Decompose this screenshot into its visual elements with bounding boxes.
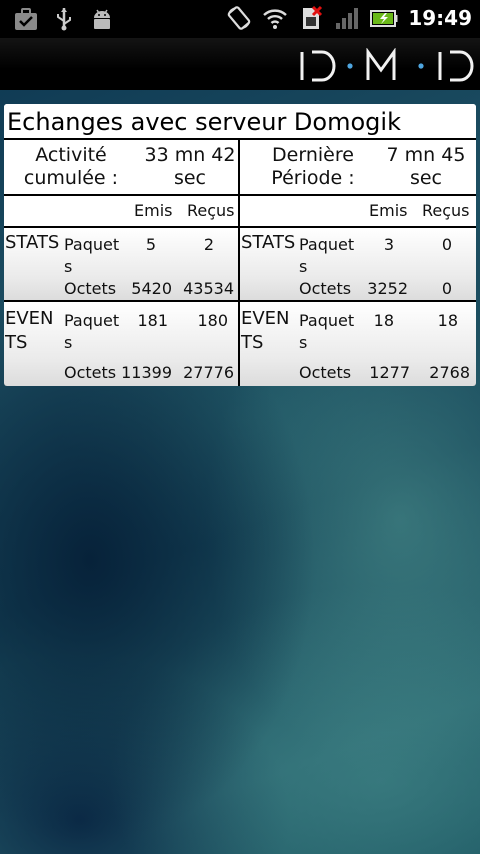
briefcase-icon [14,6,38,32]
left-time-label-line2: cumulée : [23,167,119,189]
left-stats-octets-emis: 5420 [131,279,172,298]
right-events-octets-emis: 1277 [369,363,410,382]
battery-charging-icon [370,5,398,31]
no-sim-icon [298,5,323,31]
left-events-octets-emis: 11399 [121,363,172,382]
screen-rotate-icon [226,5,251,31]
app-logo [298,47,480,84]
exchange-panel: Echanges avec serveur Domogik Activité c… [4,104,476,386]
right-time-value-line1: 7 mn 45 [386,144,466,166]
left-stats-paquets-recus: 2 [203,235,214,254]
right-time-label-line1: Dernière [272,144,354,166]
app-title-bar [0,38,480,90]
right-col-emis: Emis [369,201,408,220]
right-stats-cell: STATS Paquet s 3 0 Octets 3252 0 [240,228,476,300]
left-stats-octets-recus: 43534 [183,279,234,298]
left-stats-octets-label: Octets [64,279,117,298]
right-stats-paquets-label-2: s [299,257,308,276]
status-bar: 19:49 [0,0,480,38]
left-stats-paquets-emis: 5 [145,235,156,254]
right-events-paquets-label-2: s [299,333,308,352]
right-time-label-line2: Période : [271,167,355,189]
left-stats-paquets-label-2: s [64,257,73,276]
left-time-label-line1: Activité [35,144,107,166]
left-time-cell: Activité cumulée : 33 mn 42 sec [4,140,238,194]
left-stats-label: STATS [5,232,60,253]
right-header-cell: Emis Reçus [240,196,476,226]
android-debug-icon [90,6,114,32]
left-events-label-1: EVEN [5,308,54,329]
right-stats-paquets-recus: 0 [441,235,452,254]
left-events-paquets-emis: 181 [137,311,168,330]
left-stats-paquets-label-1: Paquet [64,235,120,254]
left-col-recus: Reçus [187,201,235,220]
right-stats-octets-label: Octets [299,279,352,298]
clock: 19:49 [408,6,472,30]
wifi-icon [262,5,288,31]
right-col-recus: Reçus [422,201,470,220]
left-events-paquets-label-1: Paquet [64,311,120,330]
right-events-octets-label: Octets [299,363,352,382]
right-stats-paquets-label-1: Paquet [299,235,355,254]
right-stats-paquets-emis: 3 [383,235,394,254]
usb-icon [52,6,76,32]
left-time-value-line1: 33 mn 42 [144,144,236,166]
left-stats-cell: STATS Paquet s 5 2 Octets 5420 43534 [4,228,238,300]
right-events-paquets-label-1: Paquet [299,311,355,330]
right-stats-octets-recus: 0 [441,279,452,298]
right-stats-octets-emis: 3252 [367,279,408,298]
left-col-emis: Emis [134,201,173,220]
left-events-cell: EVEN TS Paquet s 181 180 Octets 11399 27… [4,302,238,386]
right-events-paquets-emis: 18 [373,311,394,330]
right-events-label-1: EVEN [241,308,290,329]
right-events-octets-recus: 2768 [429,363,470,382]
exchange-table: Activité cumulée : 33 mn 42 sec Dernière… [4,140,476,386]
left-events-octets-label: Octets [64,363,117,382]
left-events-paquets-label-2: s [64,333,73,352]
right-stats-label: STATS [241,232,296,253]
right-events-label-2: TS [241,332,264,353]
right-events-cell: EVEN TS Paquet s 18 18 Octets 1277 2768 [240,302,476,386]
panel-title: Echanges avec serveur Domogik [4,104,476,140]
left-time-value-line2: sec [173,167,207,189]
left-events-octets-recus: 27776 [183,363,234,382]
left-events-paquets-recus: 180 [197,311,228,330]
left-header-cell: Emis Reçus [4,196,238,226]
left-events-label-2: TS [5,332,28,353]
right-time-cell: Dernière Période : 7 mn 45 sec [240,140,476,194]
right-time-value-line2: sec [409,167,443,189]
right-events-paquets-recus: 18 [437,311,458,330]
signal-icon [334,5,359,31]
